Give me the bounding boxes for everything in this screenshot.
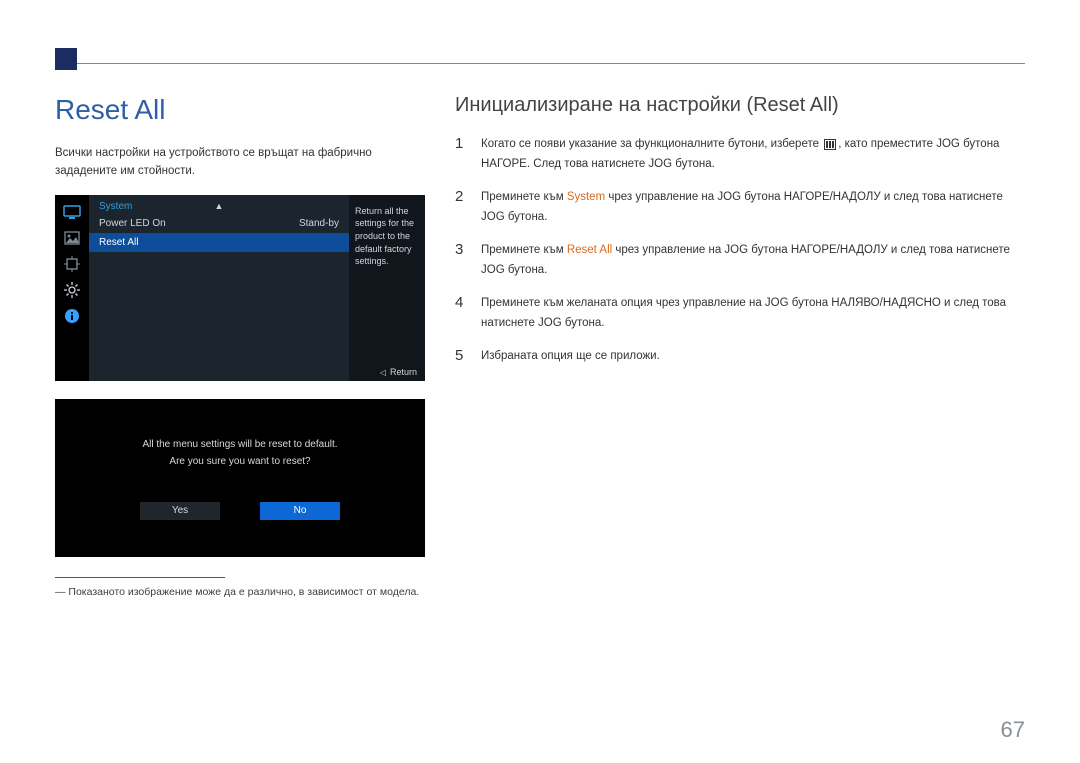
picture-icon [62,229,82,247]
info-icon [62,307,82,325]
step-number: 3 [455,241,467,280]
osd-row-label: Power LED On [99,218,166,229]
osd-category: System ▲ [89,195,349,214]
yes-button: Yes [140,502,220,520]
back-triangle-icon: ◁ [380,368,386,377]
step-item: 4 Преминете към желаната опция чрез упра… [455,294,1025,333]
step-number: 4 [455,294,467,333]
step-text: Избраната опция ще се приложи. [481,347,660,367]
step-item: 1 Когато се появи указание за функционал… [455,135,1025,174]
keyword-system: System [567,191,605,203]
step-number: 2 [455,188,467,227]
right-title: Инициализиране на настройки (Reset All) [455,94,1025,117]
step-text-pre: Когато се появи указание за функционални… [481,138,822,150]
step-text: Преминете към желаната опция чрез управл… [481,294,1025,333]
dialog-line2: Are you sure you want to reset? [169,456,310,467]
osd-list: System ▲ Power LED On Stand-by Reset All [89,195,349,381]
osd-row-label: Reset All [99,237,138,248]
step-text: Когато се появи указание за функционални… [481,135,1025,174]
step-item: 2 Преминете към System чрез управление н… [455,188,1025,227]
header-bar [55,48,77,70]
left-title: Reset All [55,94,425,126]
target-icon [62,255,82,273]
osd-return: ◁ Return [380,367,417,377]
osd-row-value: Stand-by [299,218,339,229]
dialog-line1: All the menu settings will be reset to d… [142,439,337,450]
up-arrow-icon: ▲ [215,201,224,211]
menu-icon [824,139,836,150]
dialog-buttons: Yes No [140,502,340,520]
reset-dialog: All the menu settings will be reset to d… [55,399,425,557]
osd-menu: System ▲ Power LED On Stand-by Reset All… [55,195,425,381]
osd-icon-strip [55,195,89,381]
no-button: No [260,502,340,520]
osd-category-label: System [99,201,132,212]
keyword-reset-all: Reset All [567,244,612,256]
footnote-rule [55,577,225,578]
gear-icon [62,281,82,299]
step-text-pre: Преминете към [481,191,567,203]
page-number: 67 [1001,717,1025,743]
osd-row: Power LED On Stand-by [89,214,349,233]
footnote: ― Показаното изображение може да е разли… [55,586,425,598]
step-item: 3 Преминете към Reset All чрез управлени… [455,241,1025,280]
left-description: Всички настройки на устройството се връщ… [55,144,425,181]
step-text: Преминете към Reset All чрез управление … [481,241,1025,280]
step-item: 5 Избраната опция ще се приложи. [455,347,1025,367]
osd-help-pane: Return all the settings for the product … [349,195,425,381]
step-text-pre: Преминете към [481,244,567,256]
osd-row-selected: Reset All [89,233,349,252]
step-number: 5 [455,347,467,367]
osd-return-label: Return [390,367,417,377]
step-number: 1 [455,135,467,174]
steps-list: 1 Когато се появи указание за функционал… [455,135,1025,367]
step-text: Преминете към System чрез управление на … [481,188,1025,227]
header-rule [55,40,1025,64]
monitor-icon [62,203,82,221]
